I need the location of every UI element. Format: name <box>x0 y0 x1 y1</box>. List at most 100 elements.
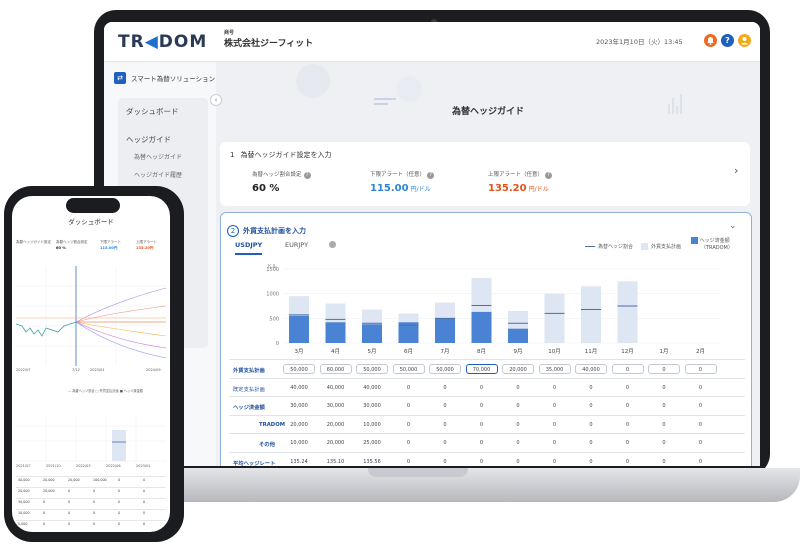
table-cell: 0 <box>443 458 447 465</box>
phone-x-label: 2023/01 <box>136 464 151 468</box>
amount-input[interactable]: 20,000 <box>502 364 534 374</box>
help-icon[interactable]: ? <box>721 34 734 47</box>
info-icon[interactable] <box>329 241 336 248</box>
tab-eurjpy[interactable]: EURJPY <box>285 241 308 249</box>
table-cell: 0 <box>443 421 447 428</box>
amount-input[interactable]: 50,000 <box>356 364 388 374</box>
table-row: 平均ヘッジレート 135.24 135.10 135.56 0 0 0 0 0 0 0 0 0 <box>229 451 745 466</box>
phone-bar-chart <box>16 416 166 462</box>
phone-table-cell: 0 <box>118 522 121 526</box>
phone-table-cell: 0 <box>143 500 146 504</box>
row-label: ヘッジ済金額 <box>233 405 265 411</box>
amount-input[interactable]: 50,000 <box>392 364 425 374</box>
phone-x-label: 2021/10 <box>46 464 61 468</box>
sidebar-top-label: スマート為替ソリューション <box>131 75 216 83</box>
table-cell: 0 <box>625 440 630 446</box>
table-cell: 0 <box>625 384 630 391</box>
table-cell: 0 <box>406 440 411 446</box>
table-cell: 0 <box>698 458 703 465</box>
x-tick-label: 3月 <box>295 348 304 355</box>
plan-bar <box>581 286 601 343</box>
phone-table-cell: 30,000 <box>18 500 30 504</box>
phone-table-cell: 40,000 <box>18 478 30 482</box>
sidebar-sub-history[interactable]: ヘッジガイド履歴 <box>134 170 182 179</box>
table-cell: 30,000 <box>290 403 308 409</box>
phone-row-divider <box>16 509 166 510</box>
sidebar-item-hedge-guide[interactable]: ヘッジガイド <box>126 134 171 145</box>
main-content: 為替ヘッジガイド 1 為替ヘッジガイド設定を入力 為替ヘッジ割合設定? 60 % … <box>216 62 760 466</box>
phone-rate-chart <box>16 266 166 366</box>
amount-input[interactable]: 35,000 <box>538 364 571 374</box>
table-cell: 10,000 <box>363 421 381 428</box>
legend-hedge-ratio: 為替ヘッジ割合 <box>585 243 633 250</box>
legend-plan: 外貨支払計画 <box>641 243 681 250</box>
amount-input[interactable]: 50,000 <box>429 364 461 374</box>
table-cell: 10,000 <box>290 440 308 446</box>
app-header: TR◀DOM 商号 株式会社ジーフィット 2023年1月10日（火）13:45 … <box>104 22 760 62</box>
swap-icon: ⇄ <box>114 72 126 84</box>
phone-table-cell: 0 <box>93 489 96 493</box>
phone-table-cell: 0 <box>68 511 71 515</box>
payment-plan-card: 2 外貨支払計画を入力 ⌄ USDJPY EURJPY 為替ヘッジ割合 外貨支払… <box>220 212 752 466</box>
user-icon[interactable] <box>738 34 751 47</box>
section1-title: 1 為替ヘッジガイド設定を入力 <box>230 151 332 159</box>
phone-date: 2022/07 <box>16 368 31 372</box>
phone-row-divider <box>16 487 166 488</box>
company-sub-label: 商号 <box>224 30 235 36</box>
table-cell: 25,000 <box>363 440 381 446</box>
table-cell: 0 <box>552 403 557 409</box>
table-cell: 0 <box>625 403 630 409</box>
amount-input[interactable]: 70,000 <box>465 364 498 374</box>
marketing-mockup: TR◀DOM 商号 株式会社ジーフィット 2023年1月10日（火）13:45 … <box>0 0 800 560</box>
amount-input[interactable]: 60,000 <box>319 364 352 374</box>
chevron-right-icon[interactable]: › <box>734 164 738 177</box>
table-cell: 30,000 <box>363 403 381 409</box>
bell-icon[interactable] <box>704 34 717 47</box>
amount-input[interactable]: 50,000 <box>283 364 315 374</box>
x-tick-label: 9月 <box>514 348 523 355</box>
chevron-down-icon[interactable]: ⌄ <box>729 221 737 231</box>
tradom-logo[interactable]: TR◀DOM <box>118 32 207 52</box>
phone-dynamic-island <box>66 198 120 213</box>
x-tick-label: 12月 <box>621 348 634 355</box>
table-cell: 135.24 <box>290 458 308 465</box>
sidebar-sub-hedge-guide[interactable]: 為替ヘッジガイド <box>134 152 182 161</box>
sidebar-item-dashboard[interactable]: ダッシュボード <box>126 106 179 117</box>
table-cell: 30,000 <box>326 403 345 409</box>
sidebar-top[interactable]: ⇄ スマート為替ソリューション <box>114 72 215 84</box>
phone-table-cell: 20,000 <box>43 489 55 493</box>
hedged-bar <box>362 324 382 343</box>
amount-input[interactable]: 0 <box>648 364 680 374</box>
hedge-settings-card[interactable]: 1 為替ヘッジガイド設定を入力 為替ヘッジ割合設定? 60 % 下限アラート（任意… <box>220 142 750 206</box>
info-icon: ? <box>545 172 553 179</box>
laptop-base-groove <box>368 468 468 477</box>
phone-x-label: 2021/07 <box>16 464 31 468</box>
table-cell: 0 <box>552 458 557 465</box>
y-tick-label: 0 <box>276 341 279 347</box>
phone-date: 7/12 <box>72 368 80 372</box>
phone-x-label: 2022/06 <box>106 464 121 468</box>
amount-input[interactable]: 40,000 <box>575 364 607 374</box>
tab-usdjpy[interactable]: USDJPY <box>235 241 263 255</box>
decor-circle <box>296 64 330 98</box>
hedged-bar <box>435 318 455 343</box>
phone-table-cell: 0 <box>68 500 71 504</box>
phone-table-cell: 0 <box>118 478 121 482</box>
hedge-ratio-metric: 為替ヘッジ割合設定? 60 % <box>252 170 311 194</box>
amount-input[interactable]: 0 <box>684 364 717 374</box>
table-cell: 0 <box>516 421 520 428</box>
table-row: その他 10,000 20,000 25,000 0 0 0 0 0 0 0 0 0 <box>229 433 745 452</box>
phone-table-cell: 0 <box>43 500 46 504</box>
phone-table-cell: 0 <box>93 511 96 515</box>
amount-input[interactable]: 0 <box>611 364 644 374</box>
table-row: 既定支払計画 40,000 40,000 40,000 0 0 0 0 0 0 0 0 0 <box>229 377 745 397</box>
table-cell: 0 <box>479 458 484 465</box>
phone-table-cell: 100,000 <box>93 478 107 482</box>
y-tick-label: 500 <box>269 316 279 322</box>
table-cell: 0 <box>698 421 703 428</box>
table-cell: 40,000 <box>363 384 381 391</box>
table-row: ヘッジ済金額 30,000 30,000 30,000 0 0 0 0 0 0 0 0 0 <box>229 396 745 415</box>
phone-row-divider <box>16 476 166 477</box>
section2-title: 外貨支払計画を入力 <box>243 227 306 235</box>
table-cell: 0 <box>479 403 484 409</box>
